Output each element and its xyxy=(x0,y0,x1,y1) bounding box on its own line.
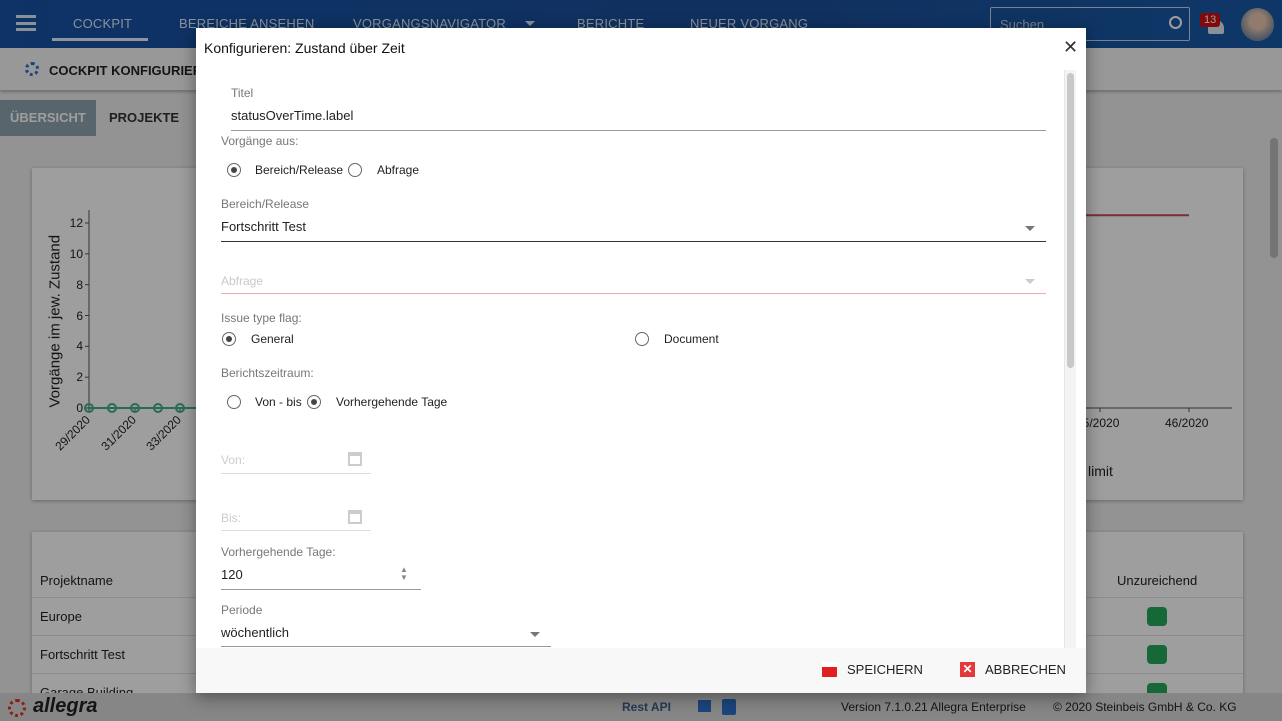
interval-label: Periode xyxy=(221,603,263,617)
title-label: Titel xyxy=(231,86,254,100)
save-label: SPEICHERN xyxy=(847,662,923,677)
radio-abfrage[interactable] xyxy=(348,163,362,177)
radio-label: Abfrage xyxy=(377,163,420,177)
source-label: Vorgänge aus: xyxy=(221,134,299,148)
dialog-title: Konfigurieren: Zustand über Zeit xyxy=(204,40,405,56)
flag-label: Issue type flag: xyxy=(221,311,302,325)
calendar-icon[interactable] xyxy=(348,510,362,524)
radio-label: Document xyxy=(664,332,719,346)
close-icon[interactable]: ✕ xyxy=(1063,37,1078,58)
radio-label: Vorhergehende Tage xyxy=(336,395,448,409)
chevron-down-icon[interactable] xyxy=(1025,279,1035,284)
cancel-label: ABBRECHEN xyxy=(985,662,1066,677)
from-date-input[interactable]: Von: xyxy=(221,453,245,467)
days-label: Vorhergehende Tage: xyxy=(221,545,336,559)
area-select[interactable]: Fortschritt Test xyxy=(221,219,306,234)
period-label: Berichtszeitraum: xyxy=(221,366,314,380)
to-date-input[interactable]: Bis: xyxy=(221,511,241,525)
query-select[interactable]: Abfrage xyxy=(221,274,263,288)
radio-label: Von - bis xyxy=(255,395,302,409)
radio-bereich-release[interactable] xyxy=(227,163,241,177)
calendar-icon[interactable] xyxy=(348,452,362,466)
chevron-down-icon[interactable] xyxy=(1025,226,1035,231)
floppy-disk-icon xyxy=(822,662,837,677)
chevron-down-icon[interactable] xyxy=(530,632,540,637)
radio-label: General xyxy=(251,332,294,346)
radio-document[interactable] xyxy=(635,332,649,346)
configure-dialog: Konfigurieren: Zustand über Zeit ✕ Titel… xyxy=(196,28,1086,693)
interval-select[interactable]: wöchentlich xyxy=(221,625,289,640)
radio-vorhergehende-tage[interactable] xyxy=(307,395,321,409)
radio-general[interactable] xyxy=(222,332,236,346)
area-label: Bereich/Release xyxy=(221,197,310,211)
save-button[interactable]: SPEICHERN xyxy=(822,662,923,677)
dialog-footer: SPEICHERN ✕ ABBRECHEN xyxy=(196,648,1086,693)
title-input[interactable]: statusOverTime.label xyxy=(231,108,353,123)
close-box-icon: ✕ xyxy=(960,662,975,677)
radio-von-bis[interactable] xyxy=(227,395,241,409)
cancel-button[interactable]: ✕ ABBRECHEN xyxy=(960,662,1066,677)
radio-label: Bereich/Release xyxy=(255,163,344,177)
dialog-scrollbar[interactable] xyxy=(1064,70,1076,648)
days-input[interactable]: 120 xyxy=(221,567,243,582)
spinner-icon[interactable]: ▲ ▼ xyxy=(400,566,408,582)
